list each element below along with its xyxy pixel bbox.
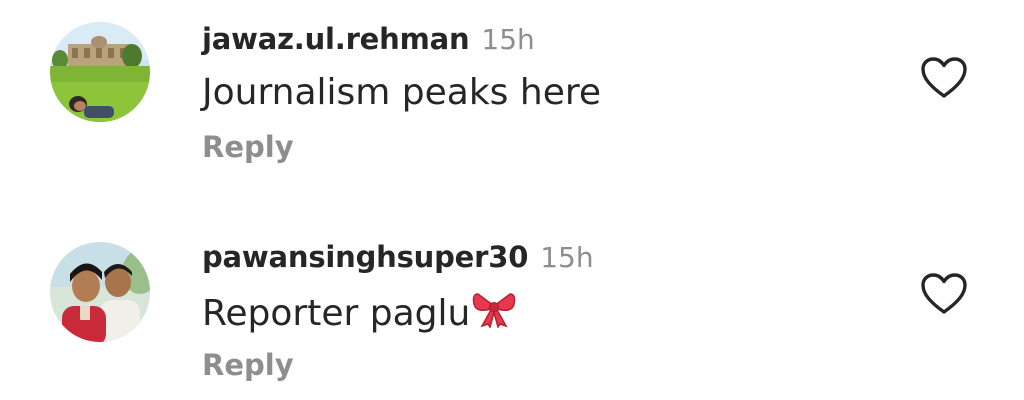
comment-text: Reporter paglu	[202, 290, 516, 337]
like-button[interactable]	[920, 272, 968, 316]
comment-timestamp: 15h	[540, 241, 594, 274]
comment-text: Journalism peaks here	[202, 72, 601, 113]
comment-meta: pawansinghsuper30 15h	[202, 240, 594, 282]
comment-body: Journalism peaks here	[202, 72, 602, 113]
avatar-landscape-image	[50, 22, 150, 122]
avatar[interactable]	[50, 242, 150, 342]
heart-outline-icon	[921, 57, 967, 98]
comment-username[interactable]: jawaz.ul.rehman	[202, 22, 470, 56]
comment-item: jawaz.ul.rehman 15h Journalism peaks her…	[0, 22, 1024, 192]
reply-button[interactable]: Reply	[202, 130, 294, 164]
avatar-two-people-image	[50, 242, 150, 342]
ribbon-bow-emoji	[472, 290, 516, 337]
reply-button[interactable]: Reply	[202, 348, 294, 382]
comment-item: pawansinghsuper30 15h Reporter paglu Rep…	[0, 240, 1024, 400]
comment-username[interactable]: pawansinghsuper30	[202, 240, 528, 274]
heart-outline-icon	[921, 273, 967, 314]
like-button[interactable]	[920, 56, 968, 100]
comment-list: jawaz.ul.rehman 15h Journalism peaks her…	[0, 0, 1024, 400]
avatar[interactable]	[50, 22, 150, 122]
comment-body: Reporter paglu	[202, 293, 471, 334]
comment-meta: jawaz.ul.rehman 15h	[202, 22, 535, 64]
comment-timestamp: 15h	[481, 23, 535, 56]
